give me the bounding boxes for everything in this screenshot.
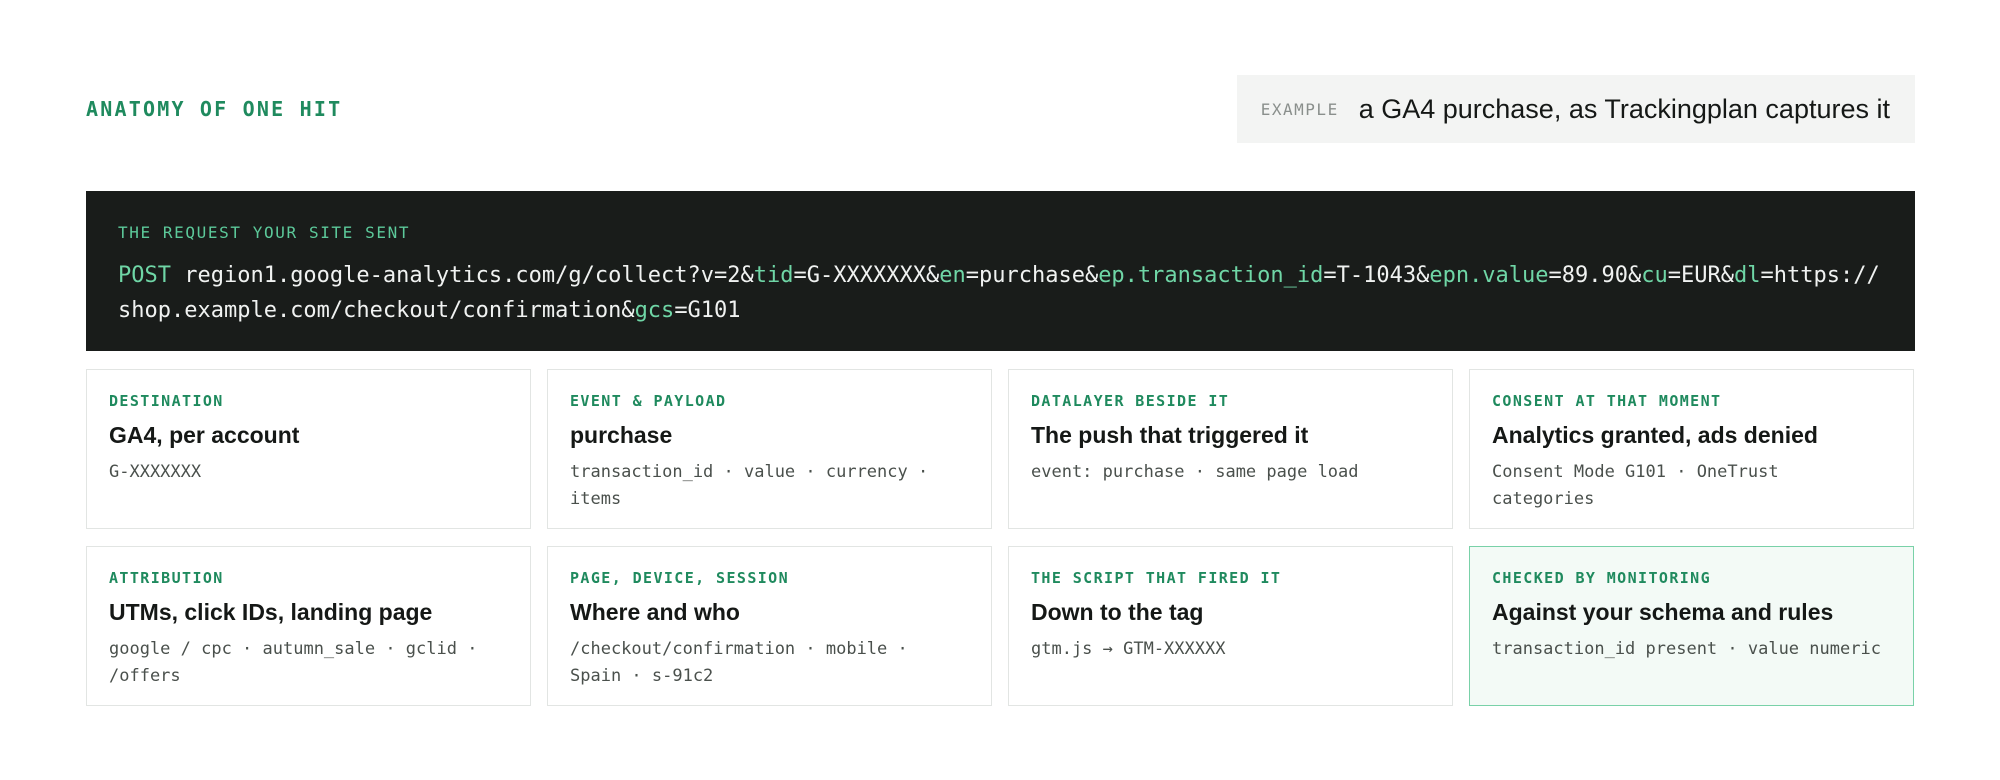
card-attribution: ATTRIBUTION UTMs, click IDs, landing page… (86, 546, 531, 706)
request-panel: THE REQUEST YOUR SITE SENT POST region1.… (86, 191, 1915, 351)
card-destination: DESTINATION GA4, per account G-XXXXXXX (86, 369, 531, 529)
card-detail: G-XXXXXXX (109, 462, 202, 482)
request-param-value: =T-1043& (1323, 263, 1430, 288)
card-eyebrow: THE SCRIPT THAT FIRED IT (1031, 569, 1282, 587)
request-param-value: =EUR& (1667, 263, 1734, 288)
request-param-value: =G101 (674, 298, 741, 323)
card-title: The push that triggered it (1031, 422, 1309, 448)
card-eyebrow: PAGE, DEVICE, SESSION (570, 569, 790, 587)
card-eyebrow: DATALAYER BESIDE IT (1031, 392, 1230, 410)
request-param-value: =purchase& (965, 263, 1099, 288)
request-param-key: gcs (634, 298, 675, 323)
card-detail: gtm.js → GTM-XXXXXX (1031, 639, 1226, 659)
card-script: THE SCRIPT THAT FIRED IT Down to the tag g… (1008, 546, 1453, 706)
card-title: Analytics granted, ads denied (1492, 422, 1818, 448)
card-detail: /checkout/confirmation · mobile · Spain … (570, 639, 908, 686)
request-label: THE REQUEST YOUR SITE SENT (118, 223, 411, 242)
request-param-key: tid (753, 263, 794, 288)
request-param-value: =G-XXXXXXX& (793, 263, 940, 288)
example-description: a GA4 purchase, as Trackingplan captures… (1358, 93, 1890, 124)
section-label: ANATOMY OF ONE HIT (86, 97, 343, 121)
card-consent: CONSENT AT THAT MOMENT Analytics granted,… (1469, 369, 1914, 529)
card-eyebrow: CONSENT AT THAT MOMENT (1492, 392, 1722, 410)
request-query: region1.google-analytics.com/g/collect?v… (118, 263, 1880, 323)
card-detail: transaction_id · value · currency · item… (570, 462, 929, 509)
request-url: POST region1.google-analytics.com/g/coll… (118, 258, 1883, 328)
card-event-payload: EVENT & PAYLOAD purchase transaction_id · … (547, 369, 992, 529)
card-title: purchase (570, 422, 673, 448)
hit-facets-grid: DESTINATION GA4, per account G-XXXXXXX EVEN… (86, 369, 1915, 706)
example-chip: EXAMPLE a GA4 purchase, as Trackingplan … (1236, 75, 1915, 143)
request-param-key: ep.transaction_id (1098, 263, 1324, 288)
card-datalayer: DATALAYER BESIDE IT The push that trigger… (1008, 369, 1453, 529)
card-title: UTMs, click IDs, landing page (109, 599, 433, 625)
card-title: Against your schema and rules (1492, 599, 1834, 625)
card-detail: Consent Mode G101 · OneTrust categories (1492, 462, 1779, 509)
card-eyebrow: DESTINATION (109, 392, 224, 410)
card-title: Where and who (570, 599, 740, 625)
card-title: Down to the tag (1031, 599, 1204, 625)
card-eyebrow: EVENT & PAYLOAD (570, 392, 727, 410)
request-method: POST (118, 263, 171, 288)
card-detail: transaction_id present · value numeric (1492, 639, 1881, 659)
request-param-key: en (939, 263, 966, 288)
card-page-device-session: PAGE, DEVICE, SESSION Where and who/check… (547, 546, 992, 706)
request-param-key: dl (1734, 263, 1761, 288)
request-param-value: =89.90& (1548, 263, 1642, 288)
card-detail: event: purchase · same page load (1031, 462, 1359, 482)
card-detail: google / cpc · autumn_sale · gclid · /of… (109, 639, 478, 686)
example-tag: EXAMPLE (1260, 99, 1339, 119)
request-param-key: cu (1641, 263, 1668, 288)
card-title: GA4, per account (109, 422, 300, 448)
anatomy-section: ANATOMY OF ONE HIT EXAMPLE a GA4 purchas… (0, 0, 2000, 780)
card-eyebrow: ATTRIBUTION (109, 569, 224, 587)
request-param-value: region1.google-analytics.com/g/collect?v… (170, 263, 754, 288)
card-monitoring: CHECKED BY MONITORING Against your schema… (1469, 546, 1914, 706)
card-eyebrow: CHECKED BY MONITORING (1492, 569, 1712, 587)
request-param-key: epn.value (1429, 263, 1549, 288)
